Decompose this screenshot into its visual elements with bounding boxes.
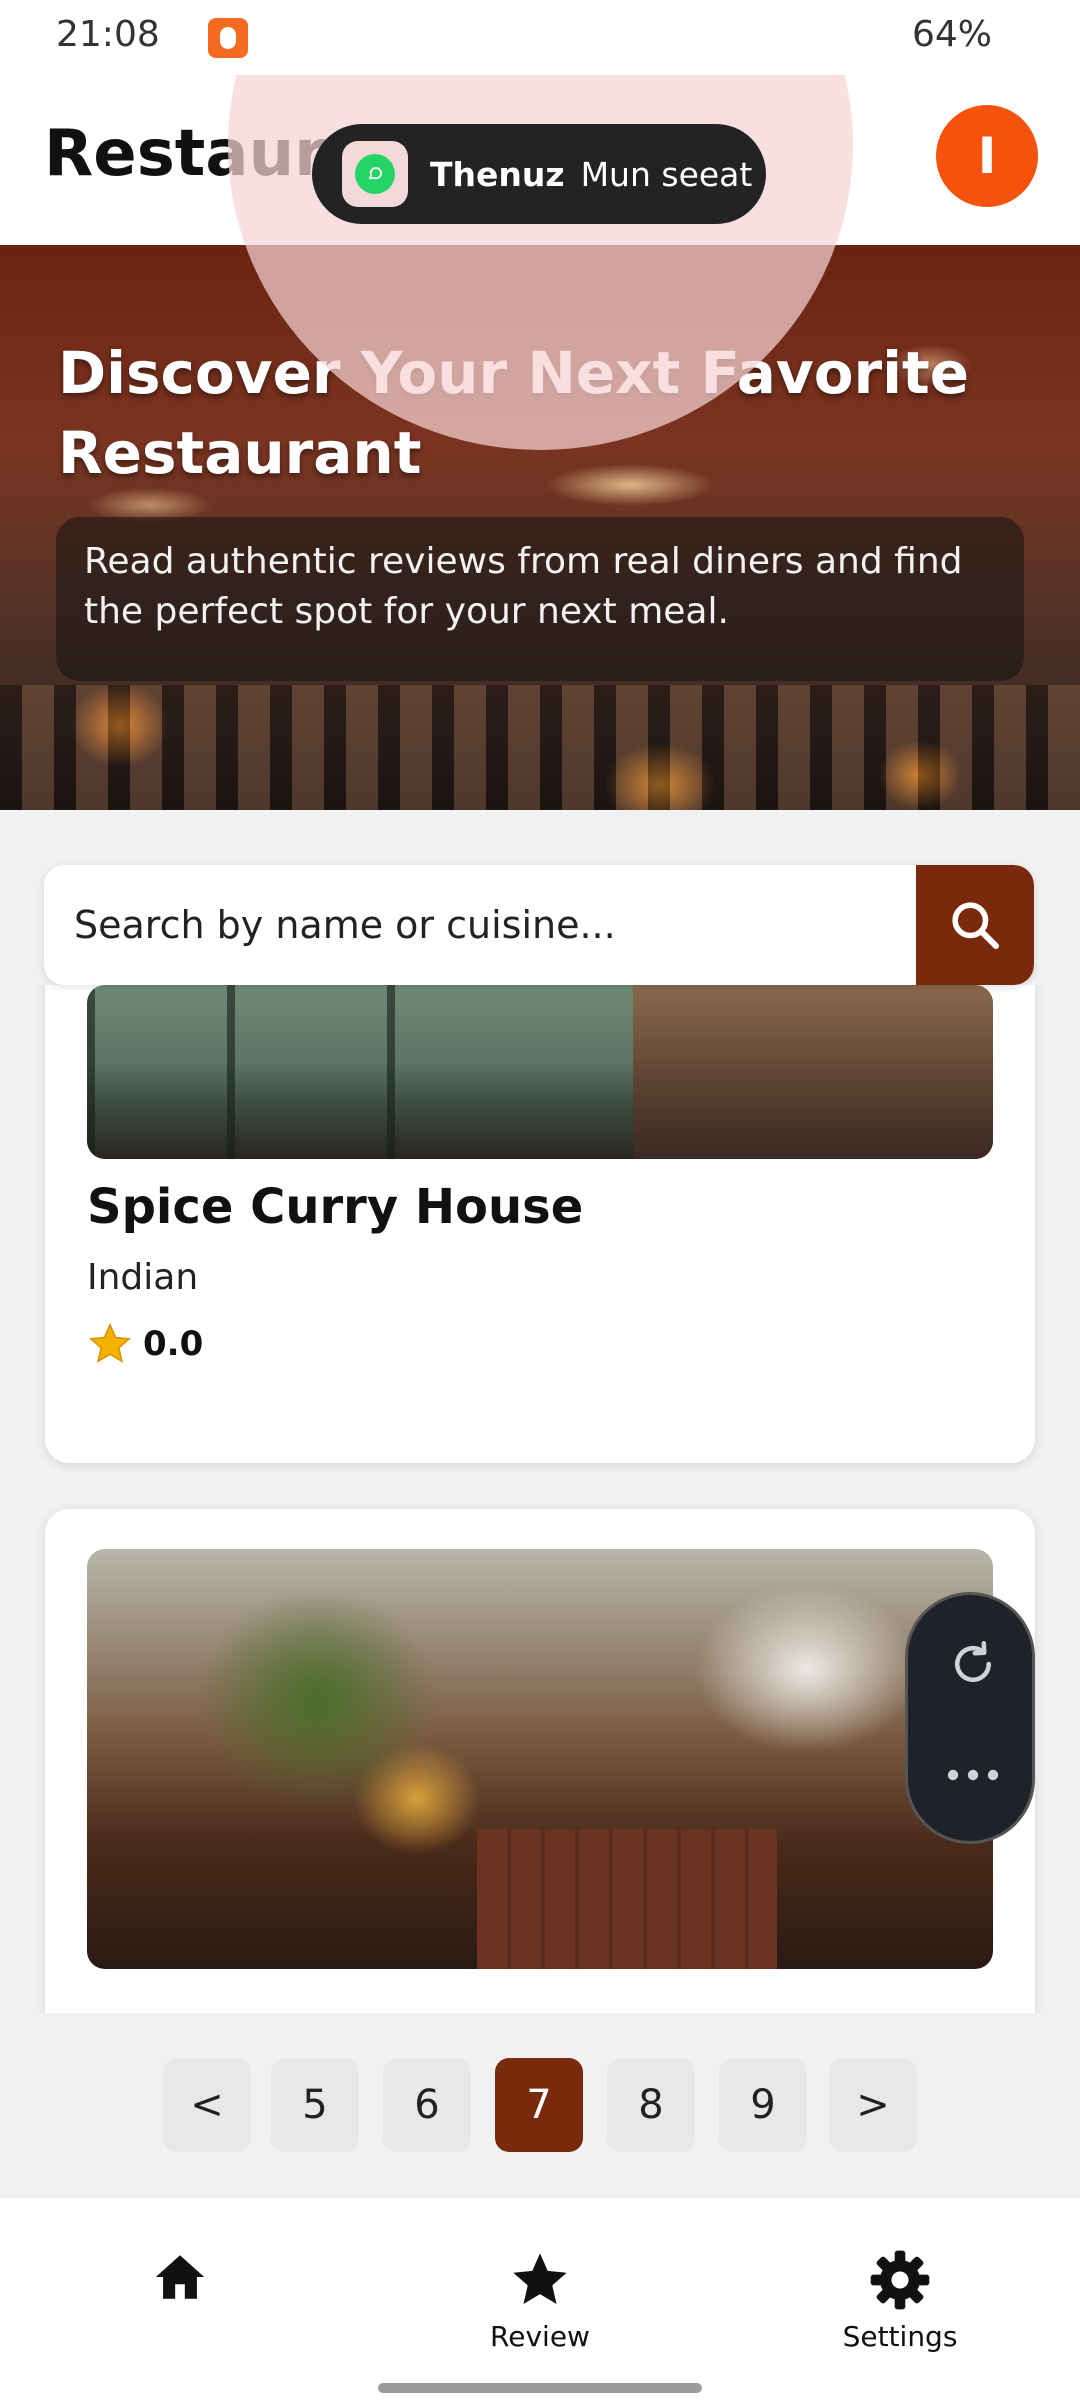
notification-text: Thenuz Mun seeat	[430, 155, 752, 194]
battery-level: 64%	[911, 14, 992, 55]
hero-description: Read authentic reviews from real diners …	[84, 541, 963, 632]
notification-sender: Thenuz	[430, 154, 565, 194]
search-input[interactable]	[44, 865, 916, 985]
nav-label-settings: Settings	[842, 2320, 958, 2353]
restaurant-rating: 0.0	[87, 1321, 203, 1367]
page-button-9[interactable]: 9	[719, 2058, 807, 2152]
app-screen: 21:08 64% Restaurant I ThenuzMun seeat D…	[0, 0, 1080, 2408]
star-icon	[513, 2253, 567, 2304]
message-notification[interactable]: Thenuz Mun seeat	[312, 124, 766, 224]
status-bar: 21:08 64%	[0, 0, 1080, 75]
home-indicator[interactable]	[378, 2383, 702, 2393]
page-button-7-current[interactable]: 7	[495, 2058, 583, 2152]
restaurant-card[interactable]: Spice Curry House Indian 0.0	[45, 985, 1035, 1463]
nav-item-review[interactable]: Review	[440, 2248, 640, 2353]
restaurant-list: Spice Curry House Indian 0.0	[0, 985, 1080, 2013]
notification-message: Mun seeat	[580, 154, 753, 194]
whatsapp-icon	[342, 141, 408, 207]
search-icon	[952, 902, 1000, 950]
page-button-6[interactable]: 6	[383, 2058, 471, 2152]
restaurant-card[interactable]	[45, 1509, 1035, 2013]
floating-action-pill	[905, 1592, 1035, 1844]
restaurant-photo	[87, 985, 993, 1159]
search-bar	[44, 865, 1034, 985]
next-page-button[interactable]: >	[829, 2058, 917, 2152]
notification-app-icon	[208, 18, 248, 58]
avatar[interactable]: I	[936, 105, 1038, 207]
refresh-icon[interactable]	[946, 1637, 1000, 1691]
pagination: < 5 6 7 8 9 >	[0, 2013, 1080, 2198]
hero-background-detail	[0, 685, 1080, 810]
page-button-8[interactable]: 8	[607, 2058, 695, 2152]
rating-value: 0.0	[143, 1324, 204, 1364]
nav-label-review: Review	[490, 2320, 590, 2353]
nav-item-settings[interactable]: Settings	[800, 2248, 1000, 2353]
page-button-5[interactable]: 5	[271, 2058, 359, 2152]
status-time: 21:08	[56, 14, 160, 55]
nav-item-home[interactable]	[80, 2248, 280, 2306]
restaurant-photo	[87, 1549, 993, 1969]
restaurant-name: Spice Curry House	[87, 1179, 584, 1235]
prev-page-button[interactable]: <	[163, 2058, 251, 2152]
more-icon[interactable]	[941, 1765, 1005, 1785]
star-icon	[88, 1322, 132, 1363]
bottom-nav: Review Settings	[0, 2198, 1080, 2408]
search-button[interactable]	[916, 865, 1034, 985]
home-icon	[155, 2255, 205, 2299]
hero-description-box: Read authentic reviews from real diners …	[56, 517, 1024, 681]
gear-icon	[870, 2250, 930, 2310]
restaurant-cuisine: Indian	[87, 1257, 199, 1298]
